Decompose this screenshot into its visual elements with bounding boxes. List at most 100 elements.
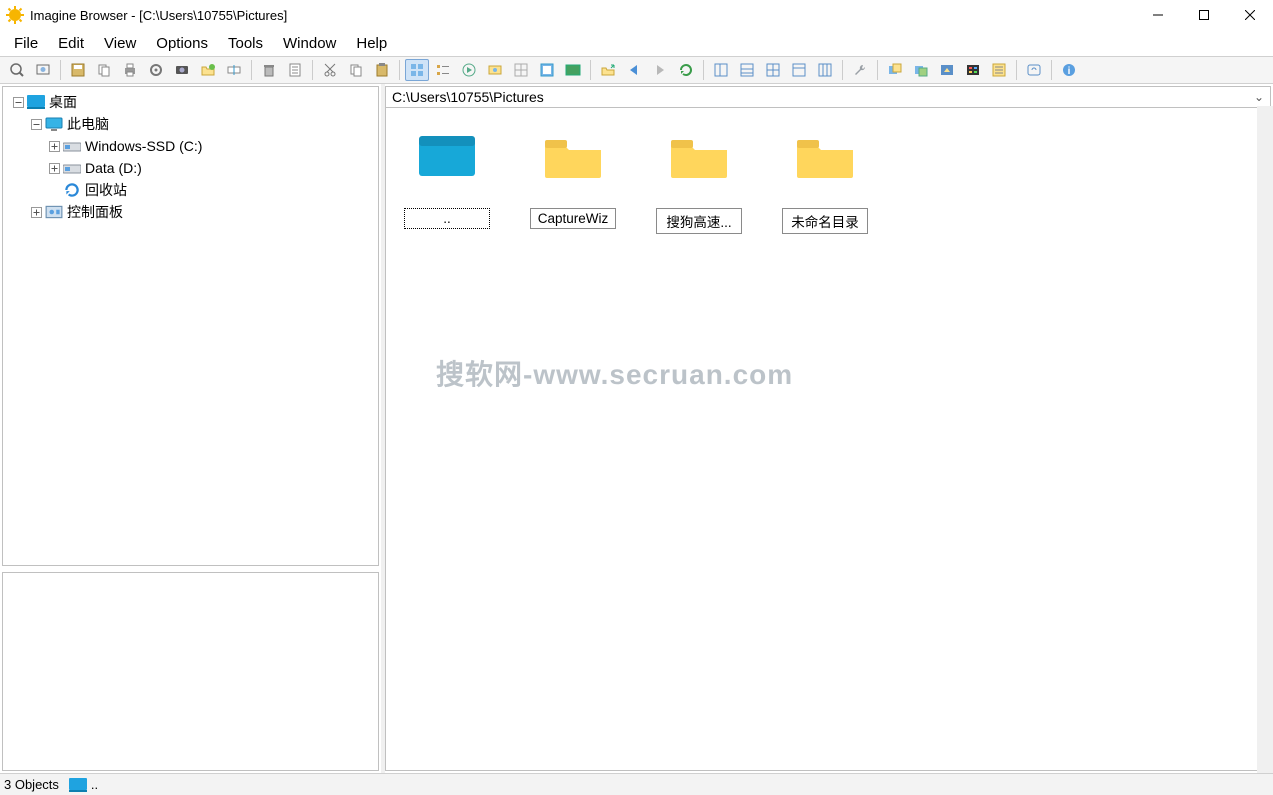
toolbar: i (0, 56, 1273, 84)
close-button[interactable] (1227, 0, 1273, 30)
status-selection-name: .. (91, 777, 98, 792)
open-icon[interactable] (5, 59, 29, 81)
item-up[interactable]: .. (402, 134, 492, 234)
tree-node-control-panel[interactable]: 控制面板 (5, 201, 376, 223)
tree-label: Data (D:) (85, 160, 142, 176)
link-icon[interactable] (1022, 59, 1046, 81)
app-icon (6, 6, 24, 24)
minimize-button[interactable] (1135, 0, 1181, 30)
expand-icon[interactable] (45, 163, 63, 174)
convert-icon[interactable] (935, 59, 959, 81)
item-unnamed[interactable]: 未命名目录 (780, 134, 870, 234)
tree-node-thispc[interactable]: 此电脑 (5, 113, 376, 135)
drive-icon (63, 159, 81, 177)
tree-node-desktop[interactable]: 桌面 (5, 91, 376, 113)
layout-3-icon[interactable] (761, 59, 785, 81)
chevron-down-icon[interactable]: ⌄ (1254, 90, 1264, 104)
tool-wrench-icon[interactable] (848, 59, 872, 81)
tree-label: 此电脑 (67, 114, 109, 134)
tree-node-drive-d[interactable]: Data (D:) (5, 157, 376, 179)
item-label: CaptureWiz (530, 208, 616, 229)
tree-label: 回收站 (85, 180, 127, 200)
file-view[interactable]: .. CaptureWiz 搜狗高速... (385, 108, 1271, 771)
vertical-scrollbar[interactable] (1257, 106, 1273, 773)
nav-up-icon[interactable] (596, 59, 620, 81)
help-icon[interactable]: i (1057, 59, 1081, 81)
menu-window[interactable]: Window (273, 33, 346, 54)
refresh-icon[interactable] (674, 59, 698, 81)
collapse-icon[interactable] (9, 97, 27, 108)
view-thumbnails-icon[interactable] (405, 59, 429, 81)
scan-icon[interactable] (31, 59, 55, 81)
view-tiles-icon[interactable] (509, 59, 533, 81)
view-slideshow-icon[interactable] (457, 59, 481, 81)
layout-1-icon[interactable] (709, 59, 733, 81)
item-sogou[interactable]: 搜狗高速... (654, 134, 744, 234)
folder-icon (795, 134, 855, 178)
print-icon[interactable] (118, 59, 142, 81)
control-panel-icon (45, 203, 63, 221)
cut-icon[interactable] (318, 59, 342, 81)
expand-icon[interactable] (45, 141, 63, 152)
folder-up-icon (417, 134, 477, 178)
delete-icon[interactable] (257, 59, 281, 81)
status-object-count: 3 Objects (4, 777, 59, 792)
preferences-icon[interactable] (144, 59, 168, 81)
folder-tree[interactable]: 桌面 此电脑 Windows-SSD (C:) Data (D:) 回收 (2, 86, 379, 566)
tree-node-recycle[interactable]: 回收站 (5, 179, 376, 201)
menu-view[interactable]: View (94, 33, 146, 54)
copy-files-icon[interactable] (92, 59, 116, 81)
properties-icon[interactable] (283, 59, 307, 81)
item-label: .. (404, 208, 490, 229)
batch-2-icon[interactable] (909, 59, 933, 81)
layout-5-icon[interactable] (813, 59, 837, 81)
menu-bar: File Edit View Options Tools Window Help (0, 30, 1273, 56)
menu-edit[interactable]: Edit (48, 33, 94, 54)
title-bar: Imagine Browser - [C:\Users\10755\Pictur… (0, 0, 1273, 30)
view-fullscreen-icon[interactable] (561, 59, 585, 81)
view-list-icon[interactable] (431, 59, 455, 81)
folder-icon (669, 134, 729, 178)
menu-file[interactable]: File (4, 33, 48, 54)
pc-icon (45, 115, 63, 133)
item-label: 搜狗高速... (656, 208, 742, 234)
rename-icon[interactable] (222, 59, 246, 81)
batch-1-icon[interactable] (883, 59, 907, 81)
item-label: 未命名目录 (782, 208, 868, 234)
expand-icon[interactable] (27, 207, 45, 218)
address-bar[interactable]: C:\Users\10755\Pictures ⌄ (385, 86, 1271, 108)
item-capturewiz[interactable]: CaptureWiz (528, 134, 618, 234)
address-text: C:\Users\10755\Pictures (392, 89, 544, 105)
tree-node-drive-c[interactable]: Windows-SSD (C:) (5, 135, 376, 157)
workspace: 桌面 此电脑 Windows-SSD (C:) Data (D:) 回收 (0, 84, 1273, 773)
window-title: Imagine Browser - [C:\Users\10755\Pictur… (30, 8, 287, 23)
folder-icon (543, 134, 603, 178)
maximize-button[interactable] (1181, 0, 1227, 30)
status-selection-icon (69, 778, 87, 792)
nav-forward-icon[interactable] (648, 59, 672, 81)
view-filmstrip-icon[interactable] (483, 59, 507, 81)
layout-4-icon[interactable] (787, 59, 811, 81)
right-pane: C:\Users\10755\Pictures ⌄ .. CaptureWiz (385, 86, 1271, 771)
drive-icon (63, 137, 81, 155)
effects-icon[interactable] (961, 59, 985, 81)
menu-help[interactable]: Help (346, 33, 397, 54)
tree-label: 控制面板 (67, 202, 123, 222)
tree-label: Windows-SSD (C:) (85, 138, 202, 154)
paste-icon[interactable] (370, 59, 394, 81)
copy-icon[interactable] (344, 59, 368, 81)
window-controls (1135, 0, 1273, 30)
menu-options[interactable]: Options (146, 33, 218, 54)
view-preview-icon[interactable] (535, 59, 559, 81)
nav-back-icon[interactable] (622, 59, 646, 81)
capture-icon[interactable] (170, 59, 194, 81)
desktop-icon (27, 93, 45, 111)
recycle-icon (63, 181, 81, 199)
save-as-icon[interactable] (66, 59, 90, 81)
layout-2-icon[interactable] (735, 59, 759, 81)
tree-label: 桌面 (49, 92, 77, 112)
collapse-icon[interactable] (27, 119, 45, 130)
adjust-icon[interactable] (987, 59, 1011, 81)
menu-tools[interactable]: Tools (218, 33, 273, 54)
new-folder-icon[interactable] (196, 59, 220, 81)
